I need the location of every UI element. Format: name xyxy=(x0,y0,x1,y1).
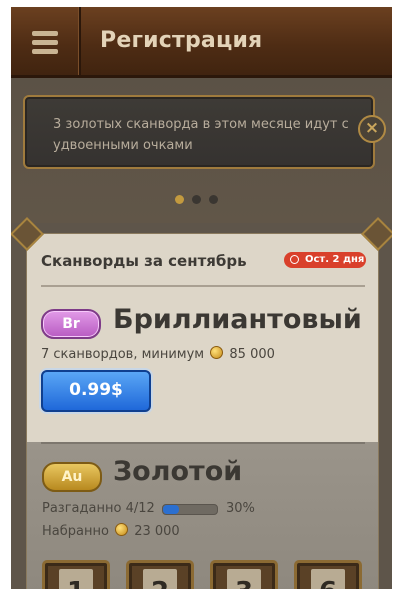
brilliant-tier-desc: 7 сканвордов, минимум 85 000 xyxy=(41,346,275,362)
gold-tier-badge: Au xyxy=(42,462,102,492)
clock-icon xyxy=(290,255,299,264)
points-value: 23 000 xyxy=(134,524,180,539)
notice-text: 3 золотых сканворда в этом месяце идут с… xyxy=(53,117,349,153)
gold-tier-name: Золотой xyxy=(113,456,243,487)
pager-dot[interactable] xyxy=(209,195,218,204)
divider xyxy=(41,442,365,444)
brilliant-min-points: 85 000 xyxy=(229,347,275,362)
hamburger-menu-icon[interactable] xyxy=(11,7,81,78)
divider xyxy=(41,285,365,287)
brilliant-tier-name: Бриллиантовый xyxy=(113,304,362,335)
solved-progress-fill xyxy=(163,505,180,514)
gold-solved: Разгаданно 4/12 xyxy=(42,501,155,516)
pager-dot[interactable] xyxy=(192,195,201,204)
app-frame: Регистрация 3 золотых сканворда в этом м… xyxy=(11,7,392,589)
puzzle-tile-1[interactable]: 1 xyxy=(42,560,110,589)
puzzle-tile-2[interactable]: 2 xyxy=(126,560,194,589)
page-title: Регистрация xyxy=(100,28,263,53)
coin-icon xyxy=(210,346,224,359)
puzzle-number: 1 xyxy=(59,569,93,589)
solved-label: Разгаданно xyxy=(42,501,122,516)
pager-dot-active[interactable] xyxy=(175,195,184,204)
solved-percent: 30% xyxy=(226,501,255,516)
close-icon[interactable]: × xyxy=(358,115,386,143)
notice-panel: 3 золотых сканворда в этом месяце идут с… xyxy=(11,78,392,223)
solved-progress-bar xyxy=(162,504,218,515)
top-bar: Регистрация xyxy=(11,7,392,78)
section-title: Сканворды за сентябрь xyxy=(41,252,247,270)
coin-icon xyxy=(115,523,129,536)
solved-count: 4/12 xyxy=(125,501,155,516)
time-left-badge: Ост. 2 дня xyxy=(284,252,366,268)
buy-brilliant-button[interactable]: 0.99$ xyxy=(41,370,151,412)
puzzle-number: 3 xyxy=(227,569,261,589)
points-label: Набранно xyxy=(42,524,109,539)
brilliant-desc-text: 7 сканвордов, минимум xyxy=(41,347,205,362)
puzzle-number: 2 xyxy=(143,569,177,589)
puzzle-number: 6 xyxy=(311,569,345,589)
puzzle-tile-6[interactable]: 6 xyxy=(294,560,362,589)
gold-points: Набранно 23 000 xyxy=(42,523,180,539)
time-left-label: Ост. 2 дня xyxy=(305,254,365,265)
puzzle-tile-3[interactable]: 3 xyxy=(210,560,278,589)
notice-banner: 3 золотых сканворда в этом месяце идут с… xyxy=(23,95,375,169)
gold-tier-section[interactable]: Au Золотой Разгаданно 4/12 30% Набранно … xyxy=(27,442,378,589)
month-card: Сканворды за сентябрь Ост. 2 дня Br Брил… xyxy=(26,233,379,589)
brilliant-tier-badge: Br xyxy=(41,309,101,339)
